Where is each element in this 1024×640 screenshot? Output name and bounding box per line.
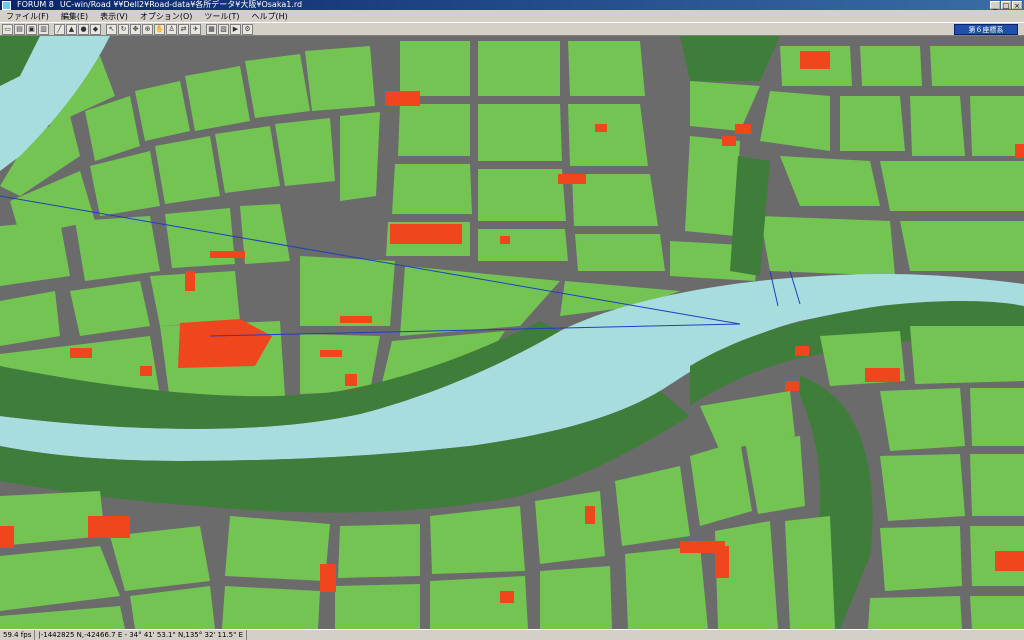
building	[88, 516, 130, 538]
building	[385, 91, 420, 106]
menu-view[interactable]: 表示(V)	[94, 11, 134, 22]
rotate-icon[interactable]: ↻	[118, 23, 129, 35]
building	[500, 591, 514, 603]
camera-icon[interactable]: ▦	[206, 23, 217, 35]
drive-icon[interactable]: ⇄	[178, 23, 189, 35]
building	[0, 526, 14, 548]
building	[70, 348, 92, 358]
menu-edit[interactable]: 編集(E)	[55, 11, 94, 22]
coordinate-system-button[interactable]: 第６座標系	[954, 24, 1018, 35]
window-title: UC-win/Road ¥¥Dell2¥Road-data¥各所データ¥大阪¥O…	[59, 0, 303, 9]
menu-help[interactable]: ヘルプ(H)	[246, 11, 294, 22]
building	[390, 224, 462, 244]
title-bar: FORUM 8 UC-win/Road ¥¥Dell2¥Road-data¥各所…	[0, 0, 1024, 10]
save-icon[interactable]: ▣	[26, 23, 37, 35]
marker-icon[interactable]: ◆	[90, 23, 101, 35]
menu-options[interactable]: オプション(O)	[134, 11, 199, 22]
app-icon	[2, 0, 11, 10]
walk-icon[interactable]: ♙	[166, 23, 177, 35]
toolbar: ▭ ▤ ▣ ▥ ╱ ▲ ● ◆ ↖ ↻ ✥ ⊕ ✋ ♙ ⇄ ✈ ▦ ▧ ▶ ⚙ …	[0, 22, 1024, 36]
road-icon[interactable]: ╱	[54, 23, 65, 35]
fps-readout: 59.4 fps	[0, 630, 36, 640]
zoom-icon[interactable]: ⊕	[142, 23, 153, 35]
chart-icon[interactable]: ▧	[218, 23, 229, 35]
building	[320, 564, 336, 592]
menu-bar: ファイル(F) 編集(E) 表示(V) オプション(O) ツール(T) ヘルプ(…	[0, 10, 1024, 22]
building	[715, 546, 729, 578]
building	[185, 271, 195, 291]
app-window: FORUM 8 UC-win/Road ¥¥Dell2¥Road-data¥各所…	[0, 0, 1024, 640]
building	[585, 506, 595, 524]
building	[210, 251, 245, 258]
building	[558, 174, 586, 184]
menu-file[interactable]: ファイル(F)	[0, 11, 55, 22]
settings-icon[interactable]: ⚙	[242, 23, 253, 35]
close-button[interactable]: ×	[1012, 1, 1022, 10]
terrain-icon[interactable]: ▲	[66, 23, 77, 35]
maximize-button[interactable]: □	[1001, 1, 1011, 10]
status-bar: 59.4 fps |-1442825 N,-42466.7 E - 34° 41…	[0, 629, 1024, 640]
building	[140, 366, 152, 376]
building	[595, 124, 607, 132]
print-icon[interactable]: ▥	[38, 23, 49, 35]
traffic-icon[interactable]: ●	[78, 23, 89, 35]
building	[800, 51, 830, 69]
building	[735, 124, 751, 134]
pan-icon[interactable]: ✋	[154, 23, 165, 35]
building	[1015, 144, 1024, 158]
building	[722, 136, 736, 146]
move-icon[interactable]: ✥	[130, 23, 141, 35]
app-name: FORUM 8	[17, 0, 54, 9]
menu-tools[interactable]: ツール(T)	[198, 11, 245, 22]
fly-icon[interactable]: ✈	[190, 23, 201, 35]
building	[340, 316, 372, 323]
3d-map-viewport[interactable]	[0, 36, 1024, 629]
city-map	[0, 36, 1024, 629]
building	[785, 381, 799, 391]
building	[795, 346, 809, 356]
select-icon[interactable]: ↖	[106, 23, 117, 35]
coordinate-readout: |-1442825 N,-42466.7 E - 34° 41' 53.1" N…	[35, 630, 247, 640]
building	[500, 236, 510, 244]
building	[995, 551, 1024, 571]
open-icon[interactable]: ▤	[14, 23, 25, 35]
minimize-button[interactable]: _	[990, 1, 1000, 10]
run-icon[interactable]: ▶	[230, 23, 241, 35]
new-icon[interactable]: ▭	[2, 23, 13, 35]
building	[865, 368, 900, 382]
building	[345, 374, 357, 386]
building	[320, 350, 342, 357]
